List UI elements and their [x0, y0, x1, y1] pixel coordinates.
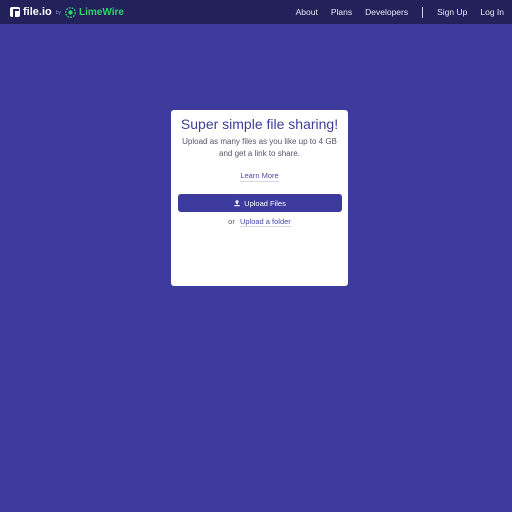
brand-by-text: by: [55, 10, 62, 16]
nav-divider: [422, 6, 424, 18]
nav-link-log-in[interactable]: Log In: [480, 7, 504, 17]
card-subtitle-line-1: Upload as many files as you like up to 4…: [182, 137, 337, 146]
upload-files-button[interactable]: Upload Files: [177, 194, 342, 212]
card-subtitle-line-2: and get a link to share.: [219, 149, 300, 158]
nav-links: About Plans Developers Sign Up Log In: [296, 6, 504, 18]
upload-files-label: Upload Files: [244, 198, 286, 208]
limewire-name: LimeWire: [79, 6, 124, 18]
brand[interactable]: file.io by LimeWire: [10, 6, 124, 18]
top-navbar: file.io by LimeWire About Plans Develope…: [0, 0, 512, 24]
nav-link-plans[interactable]: Plans: [331, 7, 352, 17]
or-text: or: [228, 217, 235, 226]
learn-more-link[interactable]: Learn More: [240, 171, 279, 182]
brand-name: file.io: [23, 6, 52, 18]
or-line: or Upload a folder: [171, 217, 348, 227]
card-title: Super simple file sharing!: [180, 116, 339, 132]
limewire-logo-icon: [65, 6, 76, 18]
upload-folder-link[interactable]: Upload a folder: [239, 217, 291, 227]
nav-link-developers[interactable]: Developers: [365, 7, 408, 17]
upload-icon: [234, 199, 240, 207]
file-io-logo-icon: [10, 7, 20, 17]
nav-link-about[interactable]: About: [296, 7, 318, 17]
nav-link-sign-up[interactable]: Sign Up: [437, 7, 467, 17]
upload-card: Super simple file sharing! Upload as man…: [171, 110, 348, 286]
